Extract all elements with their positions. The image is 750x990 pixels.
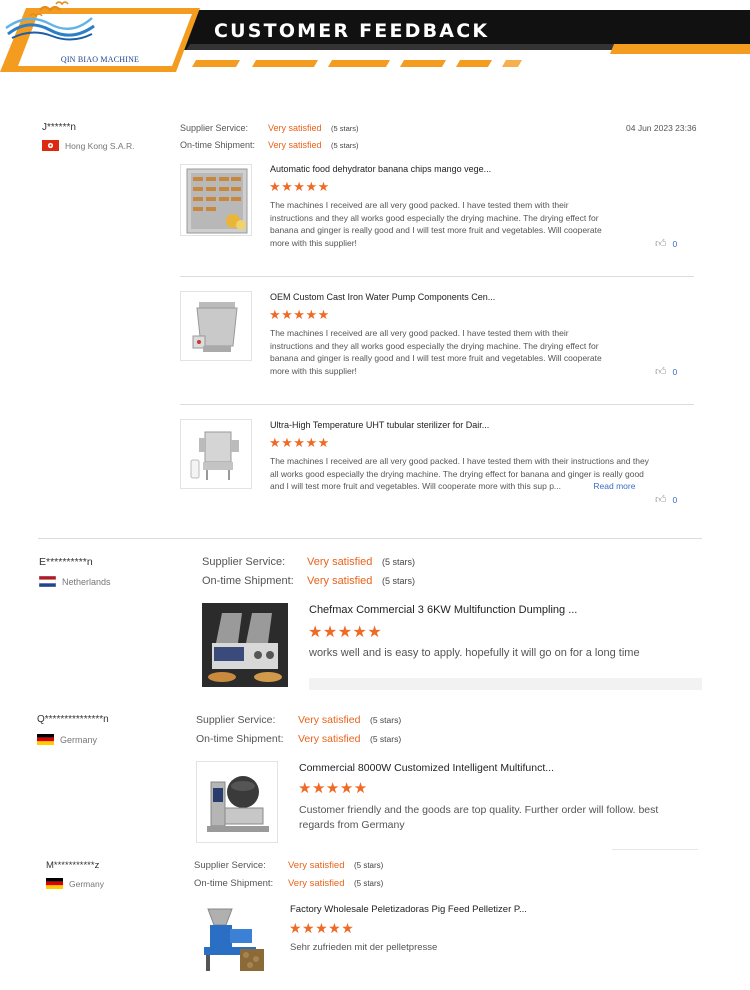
review-text: Sehr zufrieden mit der pelletpresse <box>290 942 438 953</box>
rating-text: Very satisfied <box>298 733 361 745</box>
reviewer-country: Netherlands <box>39 576 111 587</box>
rating-stars-count: (5 stars) <box>354 879 384 888</box>
product-title[interactable]: Commercial 8000W Customized Intelligent … <box>299 762 554 774</box>
product-image[interactable] <box>202 603 288 687</box>
rating-text: Very satisfied <box>298 714 361 726</box>
divider <box>180 404 694 405</box>
netherlands-flag-icon <box>39 576 56 587</box>
on-time-shipment-row: On-time Shipment: Very satisfied (5 star… <box>180 140 359 150</box>
like-count: 0 <box>672 366 678 377</box>
on-time-shipment-label: On-time Shipment: <box>180 140 256 150</box>
rating-text: Very satisfied <box>268 123 322 133</box>
page-title: CUSTOMER FEEDBACK <box>214 20 490 42</box>
country-label: Germany <box>60 734 98 745</box>
on-time-shipment-label: On-time Shipment: <box>196 733 284 745</box>
divider <box>180 276 694 277</box>
review-text: The machines I received are all very goo… <box>270 200 602 248</box>
supplier-service-row: Supplier Service: Very satisfied (5 star… <box>194 860 383 871</box>
thumbs-up-icon: 👍︎ <box>655 366 667 378</box>
review-text: works well and is easy to apply. hopeful… <box>309 647 640 659</box>
thumbs-up-icon: 👍︎ <box>655 238 667 250</box>
pellet-mill-image <box>204 908 264 971</box>
star-rating: ★★★★★ <box>269 435 330 450</box>
food-dehydrator-image <box>186 168 248 234</box>
like-count: 0 <box>672 238 678 249</box>
supplier-service-row: Supplier Service: Very satisfied (5 star… <box>196 714 401 726</box>
product-image[interactable] <box>180 419 252 489</box>
review-footer-bar <box>309 678 702 690</box>
rating-text: Very satisfied <box>268 140 322 150</box>
country-label: Netherlands <box>62 576 111 587</box>
germany-flag-icon <box>37 734 54 745</box>
reviewer-country: Germany <box>46 878 104 889</box>
logo-text: QIN BIAO MACHINE <box>60 55 140 64</box>
supplier-service-label: Supplier Service: <box>180 123 249 133</box>
reviewer-country: Germany <box>37 734 97 745</box>
product-title[interactable]: Ultra-High Temperature UHT tubular steri… <box>270 420 610 430</box>
customer-feedback-banner: QIN BIAO MACHINE CUSTOMER FEEDBACK <box>0 0 750 80</box>
country-label: Hong Kong S.A.R. <box>65 140 135 151</box>
star-rating: ★★★★★ <box>298 780 368 797</box>
on-time-shipment-row: On-time Shipment: Very satisfied (5 star… <box>196 733 401 745</box>
product-title[interactable]: Chefmax Commercial 3 6KW Multifunction D… <box>309 604 577 616</box>
wok-machine-image <box>207 776 269 832</box>
supplier-service-row: Supplier Service: Very satisfied (5 star… <box>180 123 359 133</box>
reviewer-name: E**********n <box>39 556 93 568</box>
rating-text: Very satisfied <box>288 860 345 871</box>
review-date: 04 Jun 2023 23:36 <box>626 123 697 133</box>
review-text: The machines I received are all very goo… <box>270 328 602 376</box>
on-time-shipment-row: On-time Shipment: Very satisfied (5 star… <box>194 878 383 889</box>
on-time-shipment-label: On-time Shipment: <box>202 575 294 587</box>
supplier-service-label: Supplier Service: <box>194 860 266 871</box>
review-divider <box>38 538 702 539</box>
divider <box>612 849 698 850</box>
star-rating: ★★★★★ <box>289 920 355 936</box>
on-time-shipment-label: On-time Shipment: <box>194 878 274 889</box>
supplier-service-label: Supplier Service: <box>196 714 276 726</box>
product-title[interactable]: Automatic food dehydrator banana chips m… <box>270 164 610 174</box>
on-time-shipment-row: On-time Shipment: Very satisfied (5 star… <box>202 575 415 587</box>
rating-stars-count: (5 stars) <box>331 141 359 150</box>
product-image[interactable] <box>196 761 278 843</box>
product-title[interactable]: OEM Custom Cast Iron Water Pump Componen… <box>270 292 610 302</box>
reviewer-country: Hong Kong S.A.R. <box>42 140 134 151</box>
review-text: Customer friendly and the goods are top … <box>299 804 659 831</box>
rating-stars-count: (5 stars) <box>382 576 416 586</box>
rating-stars-count: (5 stars) <box>370 734 402 744</box>
rating-stars-count: (5 stars) <box>354 861 384 870</box>
read-more-link[interactable]: Read more <box>593 481 635 491</box>
reviewer-name: J******n <box>42 122 76 133</box>
star-rating: ★★★★★ <box>269 307 330 322</box>
product-image[interactable] <box>180 164 252 236</box>
product-title[interactable]: Factory Wholesale Peletizadoras Pig Feed… <box>290 904 527 915</box>
like-button[interactable]: 👍︎ 0 <box>655 237 677 250</box>
like-button[interactable]: 👍︎ 0 <box>655 365 677 378</box>
water-pump-image <box>192 302 238 352</box>
country-label: Germany <box>69 878 104 889</box>
reviewer-name: M***********z <box>46 860 100 871</box>
supplier-service-label: Supplier Service: <box>202 556 286 568</box>
like-button[interactable]: 👍︎ 0 <box>655 493 677 506</box>
star-rating: ★★★★★ <box>308 624 383 641</box>
rating-stars-count: (5 stars) <box>370 715 402 725</box>
uht-sterilizer-image <box>190 431 239 480</box>
logo-icon <box>5 1 95 41</box>
rating-text: Very satisfied <box>307 556 373 568</box>
product-image[interactable] <box>194 903 270 979</box>
germany-flag-icon <box>46 878 63 889</box>
product-image[interactable] <box>180 291 252 361</box>
thumbs-up-icon: 👍︎ <box>655 494 667 506</box>
rating-stars-count: (5 stars) <box>382 557 416 567</box>
rating-stars-count: (5 stars) <box>331 124 359 133</box>
hong-kong-flag-icon <box>42 140 59 151</box>
star-rating: ★★★★★ <box>269 179 330 194</box>
rating-text: Very satisfied <box>307 575 373 587</box>
dumpling-machine-image <box>202 603 288 687</box>
like-count: 0 <box>672 494 678 505</box>
supplier-service-row: Supplier Service: Very satisfied (5 star… <box>202 556 415 568</box>
rating-text: Very satisfied <box>288 878 345 889</box>
reviewer-name: Q***************n <box>37 714 109 725</box>
review-text: The machines I received are all very goo… <box>270 455 656 493</box>
